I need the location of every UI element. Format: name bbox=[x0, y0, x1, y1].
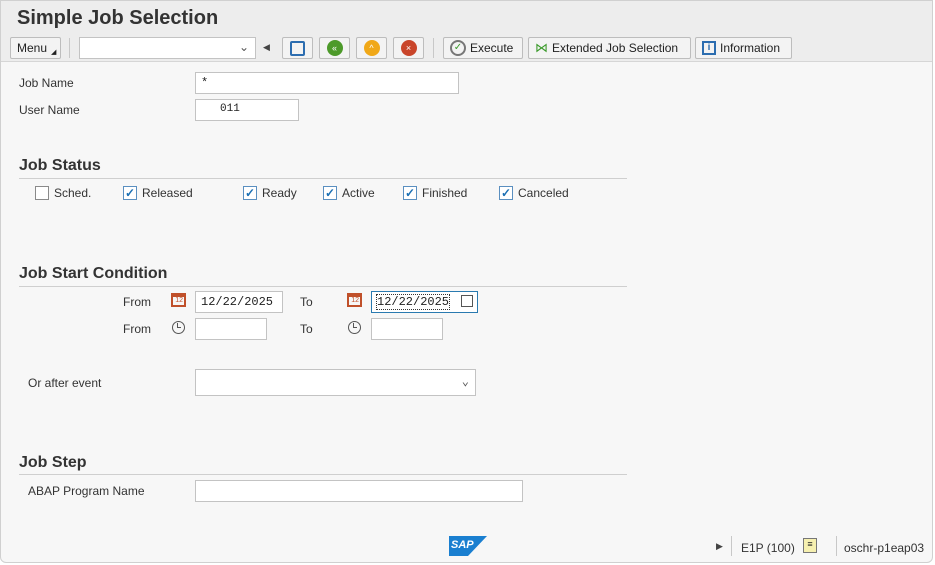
exit-button[interactable]: ^ bbox=[356, 37, 387, 59]
cancel-icon: × bbox=[400, 40, 417, 56]
checkbox-ready[interactable]: ✓ Ready bbox=[243, 186, 297, 200]
back-icon: « bbox=[326, 40, 343, 56]
checkbox-finished[interactable]: ✓ Finished bbox=[403, 186, 467, 200]
from-date-label: From bbox=[123, 295, 151, 309]
calendar-icon[interactable]: 12 bbox=[347, 293, 362, 307]
sap-window: Simple Job Selection Menu ◢ ⌄ ◀ « ^ × ✓ Ex… bbox=[0, 0, 933, 563]
job-start-heading: Job Start Condition bbox=[19, 265, 168, 282]
clock-icon[interactable] bbox=[172, 321, 185, 334]
checkbox[interactable]: ✓ bbox=[403, 186, 417, 200]
value-help-icon[interactable] bbox=[461, 295, 473, 307]
execute-label: Execute bbox=[470, 41, 514, 55]
checkbox[interactable]: ✓ bbox=[243, 186, 257, 200]
information-button[interactable]: i Information bbox=[695, 37, 792, 59]
separator bbox=[836, 536, 837, 556]
after-event-label: Or after event bbox=[28, 376, 102, 390]
clock-icon[interactable] bbox=[348, 321, 361, 334]
extended-job-selection-button[interactable]: ⋈ Extended Job Selection bbox=[528, 37, 691, 59]
checkbox[interactable]: ✓ bbox=[123, 186, 137, 200]
checkbox-released[interactable]: ✓ Released bbox=[123, 186, 193, 200]
after-event-dropdown[interactable]: ⌄ bbox=[195, 369, 476, 396]
to-date-label: To bbox=[300, 295, 313, 309]
corner-arrow-icon: ◢ bbox=[51, 49, 57, 56]
page-title: Simple Job Selection bbox=[17, 7, 219, 29]
checkbox-label: Active bbox=[342, 186, 375, 200]
menu-button[interactable]: Menu ◢ bbox=[10, 37, 61, 59]
server-name: oschr-p1eap03 bbox=[844, 541, 925, 555]
save-icon bbox=[290, 40, 305, 56]
checkbox-label: Ready bbox=[262, 186, 297, 200]
date-to-input[interactable]: 12/22/2025 bbox=[371, 291, 478, 313]
checkbox-active[interactable]: ✓ Active bbox=[323, 186, 375, 200]
checkbox-label: Sched. bbox=[54, 186, 92, 200]
extended-icon: ⋈ bbox=[535, 40, 548, 55]
save-button[interactable] bbox=[282, 37, 313, 59]
separator bbox=[731, 536, 732, 556]
calendar-icon[interactable]: 12 bbox=[171, 293, 186, 307]
divider bbox=[19, 286, 627, 287]
to-time-label: To bbox=[300, 322, 313, 336]
separator bbox=[69, 38, 70, 58]
extended-label: Extended Job Selection bbox=[552, 41, 679, 55]
execute-icon: ✓ bbox=[450, 40, 466, 56]
title-bar: Simple Job Selection bbox=[1, 1, 932, 35]
expand-arrow-icon[interactable]: ▶ bbox=[716, 541, 723, 552]
checkbox[interactable]: ✓ bbox=[323, 186, 337, 200]
toolbar: Menu ◢ ⌄ ◀ « ^ × ✓ Execute ⋈ Extended Job S… bbox=[1, 35, 932, 62]
job-status-heading: Job Status bbox=[19, 157, 101, 174]
job-step-heading: Job Step bbox=[19, 454, 87, 471]
divider bbox=[19, 178, 627, 179]
checkbox-label: Released bbox=[142, 186, 193, 200]
system-details-icon[interactable]: ≡ bbox=[803, 538, 817, 553]
checkbox[interactable] bbox=[35, 186, 49, 200]
menu-label: Menu bbox=[17, 41, 48, 55]
checkbox-canceled[interactable]: ✓ Canceled bbox=[499, 186, 569, 200]
collapse-arrow-icon[interactable]: ◀ bbox=[263, 42, 270, 53]
abap-program-label: ABAP Program Name bbox=[28, 484, 145, 498]
user-name-input[interactable]: 011 bbox=[195, 99, 299, 121]
back-button[interactable]: « bbox=[319, 37, 350, 59]
checkbox[interactable]: ✓ bbox=[499, 186, 513, 200]
abap-program-input[interactable] bbox=[195, 480, 523, 502]
information-label: Information bbox=[720, 41, 781, 55]
date-to-value: 12/22/2025 bbox=[375, 294, 451, 310]
date-from-input[interactable]: 12/22/2025 bbox=[195, 291, 283, 313]
user-name-label: User Name bbox=[19, 103, 80, 117]
sap-logo: SAP bbox=[449, 536, 487, 556]
job-name-label: Job Name bbox=[19, 76, 74, 90]
time-from-input[interactable] bbox=[195, 318, 267, 340]
divider bbox=[19, 474, 627, 475]
time-to-input[interactable] bbox=[371, 318, 443, 340]
system-info: E1P (100) bbox=[741, 541, 795, 555]
separator bbox=[433, 38, 434, 58]
job-name-input[interactable]: * bbox=[195, 72, 459, 94]
checkbox-label: Finished bbox=[422, 186, 468, 200]
command-field[interactable]: ⌄ bbox=[79, 37, 256, 59]
checkbox-label: Canceled bbox=[518, 186, 569, 200]
exit-icon: ^ bbox=[363, 40, 380, 56]
chevron-down-icon: ⌄ bbox=[238, 40, 249, 54]
cancel-button[interactable]: × bbox=[393, 37, 424, 59]
chevron-down-icon: ⌄ bbox=[461, 375, 469, 389]
information-icon: i bbox=[702, 41, 716, 55]
from-time-label: From bbox=[123, 322, 151, 336]
checkbox-sched[interactable]: Sched. bbox=[35, 186, 91, 200]
execute-button[interactable]: ✓ Execute bbox=[443, 37, 523, 59]
